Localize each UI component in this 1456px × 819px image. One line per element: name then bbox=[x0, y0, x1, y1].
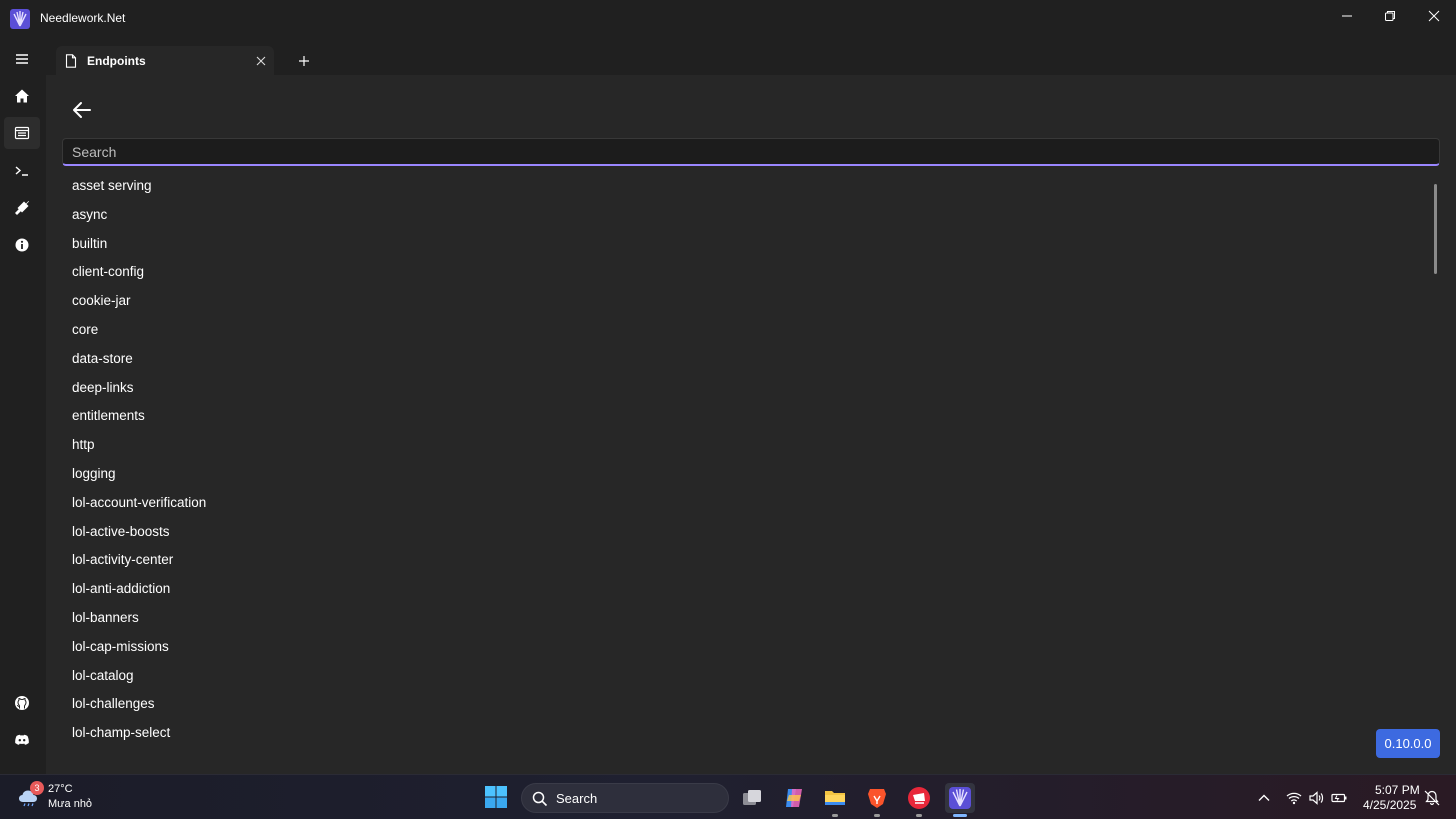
close-icon bbox=[1428, 10, 1440, 22]
minimize-icon bbox=[1342, 15, 1352, 17]
brave-browser-app[interactable] bbox=[862, 783, 892, 817]
task-view-icon bbox=[743, 790, 761, 805]
tab-strip: Endpoints bbox=[46, 38, 1456, 75]
endpoint-list-item[interactable]: client-config bbox=[46, 258, 1431, 287]
endpoint-search-box bbox=[62, 138, 1440, 166]
sidebar-item-home[interactable] bbox=[4, 80, 40, 112]
endpoint-list-item[interactable]: deep-links bbox=[46, 374, 1431, 403]
volume-icon[interactable] bbox=[1308, 790, 1324, 806]
weather-description: Mưa nhỏ bbox=[48, 798, 93, 810]
weather-badge: 3 bbox=[30, 781, 44, 795]
info-icon bbox=[15, 238, 29, 252]
task-view-button[interactable] bbox=[737, 783, 767, 813]
endpoint-list-item[interactable]: lol-anti-addiction bbox=[46, 575, 1431, 604]
endpoint-list-item[interactable]: async bbox=[46, 201, 1431, 230]
endpoint-list-item[interactable]: entitlements bbox=[46, 402, 1431, 431]
tab-close-icon[interactable] bbox=[255, 55, 267, 67]
endpoint-list-item[interactable]: lol-catalog bbox=[46, 662, 1431, 691]
app-title: Needlework.Net bbox=[40, 11, 126, 25]
sidebar-discord-link[interactable] bbox=[4, 724, 40, 756]
taskbar-search-label: Search bbox=[556, 791, 598, 806]
back-arrow-icon[interactable] bbox=[70, 98, 94, 122]
endpoint-list-item[interactable]: lol-cap-missions bbox=[46, 633, 1431, 662]
copilot-icon bbox=[786, 789, 802, 807]
github-icon bbox=[15, 696, 29, 710]
plugin-icon bbox=[15, 201, 29, 215]
endpoint-list-item[interactable]: lol-banners bbox=[46, 604, 1431, 633]
taskbar: 3 27°C Mưa nhỏ Search 5:07 PM 4/25/2025 bbox=[0, 774, 1456, 819]
chevron-up-icon[interactable] bbox=[1256, 790, 1272, 806]
main-content: Endpoints asset servingasyncbuiltinclien… bbox=[46, 38, 1456, 774]
needlework-app-icon bbox=[949, 787, 971, 809]
restore-icon bbox=[1385, 11, 1395, 21]
discord-icon bbox=[15, 734, 29, 745]
search-input[interactable] bbox=[63, 139, 1439, 164]
taskbar-search[interactable]: Search bbox=[521, 783, 729, 813]
endpoint-list-item[interactable]: core bbox=[46, 316, 1431, 345]
file-explorer-app[interactable] bbox=[820, 783, 850, 817]
folder-icon bbox=[825, 791, 845, 805]
endpoint-list-item[interactable]: logging bbox=[46, 460, 1431, 489]
version-badge[interactable]: 0.10.0.0 bbox=[1376, 729, 1440, 758]
running-indicator bbox=[832, 814, 838, 817]
weather-temperature: 27°C bbox=[48, 783, 73, 795]
endpoint-list-item[interactable]: http bbox=[46, 431, 1431, 460]
console-icon bbox=[15, 166, 28, 176]
clock-time[interactable]: 5:07 PM bbox=[1375, 783, 1420, 797]
endpoint-list-item[interactable]: lol-active-boosts bbox=[46, 518, 1431, 547]
restore-button[interactable] bbox=[1368, 0, 1412, 32]
document-icon bbox=[65, 54, 77, 68]
endpoint-list-item[interactable]: builtin bbox=[46, 230, 1431, 259]
endpoint-list-item[interactable]: asset serving bbox=[46, 172, 1431, 201]
search-icon bbox=[532, 791, 548, 807]
running-indicator bbox=[916, 814, 922, 817]
notification-bell-icon[interactable] bbox=[1424, 790, 1440, 806]
menu-icon bbox=[16, 54, 28, 64]
sidebar-menu-button[interactable] bbox=[4, 43, 40, 75]
endpoint-list-item[interactable]: lol-activity-center bbox=[46, 546, 1431, 575]
riot-client-app[interactable] bbox=[904, 783, 934, 817]
endpoint-list-item[interactable]: cookie-jar bbox=[46, 287, 1431, 316]
tab-label: Endpoints bbox=[87, 54, 146, 68]
needlework-app[interactable] bbox=[945, 783, 975, 817]
sidebar-item-console[interactable] bbox=[4, 155, 40, 187]
endpoint-list: asset serving async builtin client-config co… bbox=[46, 172, 1431, 774]
add-tab-icon[interactable] bbox=[298, 55, 310, 67]
scrollbar-thumb[interactable] bbox=[1434, 184, 1437, 274]
endpoint-list-item[interactable]: lol-account-verification bbox=[46, 489, 1431, 518]
endpoint-list-item[interactable]: lol-champ-select bbox=[46, 719, 1431, 748]
endpoint-list-item[interactable]: lol-challenges bbox=[46, 690, 1431, 719]
battery-icon[interactable] bbox=[1331, 790, 1347, 806]
sidebar bbox=[0, 38, 46, 774]
running-indicator bbox=[874, 814, 880, 817]
endpoints-icon bbox=[14, 126, 30, 140]
copilot-app[interactable] bbox=[779, 783, 809, 813]
home-icon bbox=[15, 89, 29, 103]
sidebar-github-link[interactable] bbox=[4, 687, 40, 719]
brave-lion-icon bbox=[868, 789, 886, 808]
sidebar-item-about[interactable] bbox=[4, 229, 40, 261]
sidebar-item-endpoints[interactable] bbox=[4, 117, 40, 149]
windows-start-icon[interactable] bbox=[484, 785, 508, 809]
close-window-button[interactable] bbox=[1412, 0, 1456, 32]
sidebar-item-plugins[interactable] bbox=[4, 192, 40, 224]
clock-date[interactable]: 4/25/2025 bbox=[1363, 798, 1416, 812]
endpoint-list-item[interactable]: data-store bbox=[46, 345, 1431, 374]
active-app-indicator bbox=[953, 814, 967, 817]
tab-endpoints[interactable]: Endpoints bbox=[56, 46, 274, 75]
app-logo-icon bbox=[10, 9, 30, 29]
title-bar: Needlework.Net bbox=[0, 0, 1456, 38]
minimize-button[interactable] bbox=[1325, 0, 1369, 32]
wifi-icon[interactable] bbox=[1286, 790, 1302, 806]
riot-fist-icon bbox=[908, 787, 930, 809]
